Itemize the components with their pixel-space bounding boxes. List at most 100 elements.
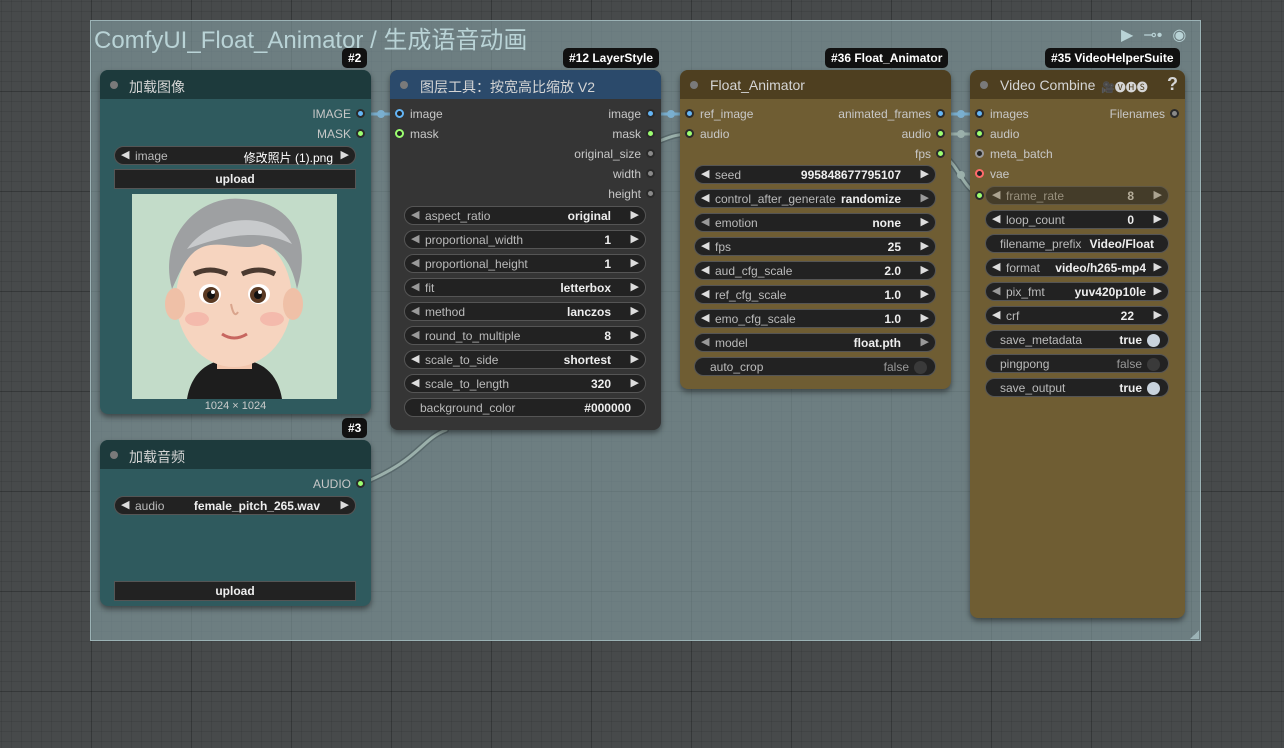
arrow-right-icon[interactable]: ▶ — [1154, 284, 1162, 297]
arrow-right-icon[interactable]: ▶ — [631, 328, 639, 341]
arrow-left-icon[interactable]: ◀ — [121, 148, 129, 161]
layer-scale-node[interactable]: 图层工具：按宽高比缩放 V2 image mask image mask ori… — [390, 70, 661, 430]
arrow-left-icon[interactable]: ◀ — [411, 232, 419, 245]
output-socket-mask[interactable] — [356, 129, 365, 138]
arrow-right-icon[interactable]: ▶ — [921, 263, 929, 276]
arrow-left-icon[interactable]: ◀ — [701, 335, 709, 348]
arrow-right-icon[interactable]: ▶ — [1154, 188, 1162, 201]
node-title-bar[interactable]: Float_Animator — [680, 70, 951, 99]
scale-to-side-combo[interactable]: ◀ scale_to_side shortest ▶ — [404, 350, 646, 369]
emo-cfg-scale-number[interactable]: ◀ emo_cfg_scale 1.0 ▶ — [694, 309, 936, 328]
arrow-left-icon[interactable]: ◀ — [121, 498, 129, 511]
audio-combo[interactable]: ◀ audio female_pitch_265.wav ▶ — [114, 496, 356, 515]
collapse-dot[interactable] — [400, 81, 408, 89]
arrow-left-icon[interactable]: ◀ — [701, 263, 709, 276]
group-resize-handle[interactable] — [1190, 630, 1199, 639]
arrow-left-icon[interactable]: ◀ — [701, 239, 709, 252]
arrow-left-icon[interactable]: ◀ — [411, 328, 419, 341]
link-icon[interactable]: ⊸• — [1143, 25, 1162, 45]
collapse-dot[interactable] — [110, 81, 118, 89]
save-metadata-toggle[interactable]: save_metadata true — [985, 330, 1169, 349]
input-socket-image[interactable] — [395, 109, 404, 118]
seed-number[interactable]: ◀ seed 995848677795107 ▶ — [694, 165, 936, 184]
upload-button[interactable]: upload — [114, 581, 356, 601]
output-socket-mask[interactable] — [646, 129, 655, 138]
loop-count-number[interactable]: ◀ loop_count 0 ▶ — [985, 210, 1169, 229]
ref-cfg-scale-number[interactable]: ◀ ref_cfg_scale 1.0 ▶ — [694, 285, 936, 304]
arrow-right-icon[interactable]: ▶ — [341, 498, 349, 511]
pix-fmt-combo[interactable]: ◀ pix_fmt yuv420p10le ▶ — [985, 282, 1169, 301]
image-combo[interactable]: ◀ image 修改照片 (1).png ▶ — [114, 146, 356, 165]
toggle-on-icon[interactable] — [1147, 382, 1160, 395]
proportional-width-number[interactable]: ◀ proportional_width 1 ▶ — [404, 230, 646, 249]
node-title-bar[interactable]: 图层工具：按宽高比缩放 V2 — [390, 70, 661, 99]
format-combo[interactable]: ◀ format video/h265-mp4 ▶ — [985, 258, 1169, 277]
output-socket-original-size[interactable] — [646, 149, 655, 158]
input-socket-frame-rate[interactable] — [975, 191, 984, 200]
arrow-right-icon[interactable]: ▶ — [1154, 260, 1162, 273]
input-socket-meta-batch[interactable] — [975, 149, 984, 158]
arrow-right-icon[interactable]: ▶ — [631, 232, 639, 245]
arrow-left-icon[interactable]: ◀ — [411, 280, 419, 293]
background-color-text[interactable]: background_color #000000 — [404, 398, 646, 417]
proportional-height-number[interactable]: ◀ proportional_height 1 ▶ — [404, 254, 646, 273]
input-socket-vae[interactable] — [975, 169, 984, 178]
arrow-right-icon[interactable]: ▶ — [1154, 212, 1162, 225]
arrow-left-icon[interactable]: ◀ — [992, 260, 1000, 273]
upload-button[interactable]: upload — [114, 169, 356, 189]
aspect-ratio-combo[interactable]: ◀ aspect_ratio original ▶ — [404, 206, 646, 225]
play-icon[interactable]: ▶ — [1121, 25, 1133, 45]
collapse-dot[interactable] — [690, 81, 698, 89]
arrow-right-icon[interactable]: ▶ — [631, 352, 639, 365]
load-image-node[interactable]: 加载图像 IMAGE MASK ◀ image 修改照片 (1).png ▶ u… — [100, 70, 371, 414]
toggle-off-icon[interactable] — [914, 361, 927, 374]
arrow-left-icon[interactable]: ◀ — [992, 188, 1000, 201]
arrow-left-icon[interactable]: ◀ — [701, 167, 709, 180]
input-socket-ref-image[interactable] — [685, 109, 694, 118]
video-combine-node[interactable]: Video Combine 🎥🅥🅗🅢 ? images audio meta_b… — [970, 70, 1185, 618]
arrow-left-icon[interactable]: ◀ — [411, 208, 419, 221]
scale-to-length-number[interactable]: ◀ scale_to_length 320 ▶ — [404, 374, 646, 393]
arrow-right-icon[interactable]: ▶ — [1154, 308, 1162, 321]
arrow-left-icon[interactable]: ◀ — [701, 191, 709, 204]
arrow-left-icon[interactable]: ◀ — [411, 376, 419, 389]
arrow-right-icon[interactable]: ▶ — [631, 208, 639, 221]
arrow-right-icon[interactable]: ▶ — [631, 376, 639, 389]
arrow-right-icon[interactable]: ▶ — [631, 256, 639, 269]
output-socket-image[interactable] — [356, 109, 365, 118]
output-socket-image[interactable] — [646, 109, 655, 118]
arrow-right-icon[interactable]: ▶ — [921, 167, 929, 180]
pingpong-toggle[interactable]: pingpong false — [985, 354, 1169, 373]
output-socket-height[interactable] — [646, 189, 655, 198]
input-socket-audio[interactable] — [975, 129, 984, 138]
fit-combo[interactable]: ◀ fit letterbox ▶ — [404, 278, 646, 297]
output-socket-fps[interactable] — [936, 149, 945, 158]
output-socket-audio[interactable] — [936, 129, 945, 138]
load-audio-node[interactable]: 加载音频 AUDIO ◀ audio female_pitch_265.wav … — [100, 440, 371, 606]
emotion-combo[interactable]: ◀ emotion none ▶ — [694, 213, 936, 232]
arrow-right-icon[interactable]: ▶ — [631, 280, 639, 293]
input-socket-images[interactable] — [975, 109, 984, 118]
model-combo[interactable]: ◀ model float.pth ▶ — [694, 333, 936, 352]
arrow-left-icon[interactable]: ◀ — [411, 304, 419, 317]
input-socket-mask[interactable] — [395, 129, 404, 138]
arrow-right-icon[interactable]: ▶ — [341, 148, 349, 161]
group-title[interactable]: ComfyUI_Float_Animator / 生成语音动画 — [94, 20, 527, 55]
arrow-left-icon[interactable]: ◀ — [701, 311, 709, 324]
arrow-left-icon[interactable]: ◀ — [992, 308, 1000, 321]
arrow-right-icon[interactable]: ▶ — [921, 311, 929, 324]
toggle-on-icon[interactable] — [1147, 334, 1160, 347]
output-socket-filenames[interactable] — [1170, 109, 1179, 118]
round-to-multiple-combo[interactable]: ◀ round_to_multiple 8 ▶ — [404, 326, 646, 345]
arrow-left-icon[interactable]: ◀ — [411, 256, 419, 269]
filename-prefix-text[interactable]: filename_prefix Video/Float — [985, 234, 1169, 253]
help-icon[interactable]: ? — [1167, 74, 1178, 95]
arrow-right-icon[interactable]: ▶ — [921, 239, 929, 252]
arrow-right-icon[interactable]: ▶ — [921, 215, 929, 228]
arrow-right-icon[interactable]: ▶ — [631, 304, 639, 317]
arrow-left-icon[interactable]: ◀ — [411, 352, 419, 365]
arrow-left-icon[interactable]: ◀ — [701, 287, 709, 300]
arrow-left-icon[interactable]: ◀ — [701, 215, 709, 228]
control-after-generate-combo[interactable]: ◀ control_after_generate randomize ▶ — [694, 189, 936, 208]
float-animator-node[interactable]: Float_Animator ref_image audio animated_… — [680, 70, 951, 389]
